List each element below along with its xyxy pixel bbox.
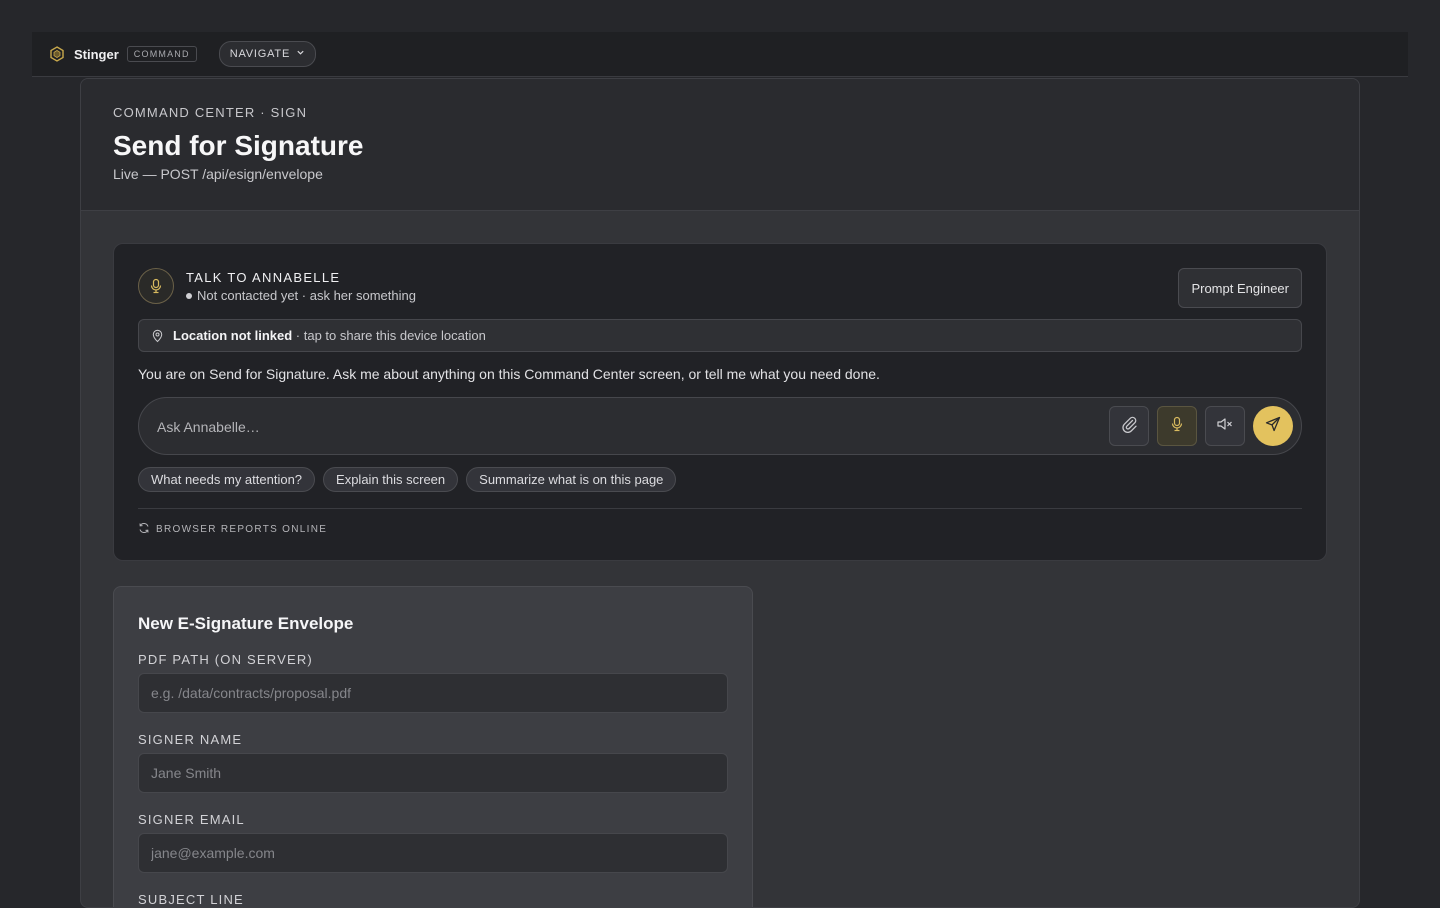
send-button[interactable] (1253, 406, 1293, 446)
divider (138, 508, 1302, 509)
breadcrumb: COMMAND CENTER · SIGN (113, 105, 308, 120)
assistant-mic-icon (138, 268, 174, 304)
assistant-message: You are on Send for Signature. Ask me ab… (138, 366, 880, 382)
suggestion-chip[interactable]: Explain this screen (323, 467, 459, 492)
page-title: Send for Signature (113, 130, 364, 161)
brand-name: Stinger (74, 46, 119, 62)
signer-name-label: SIGNER NAME (138, 732, 243, 747)
signer-email-input[interactable] (138, 833, 728, 873)
location-share-bar[interactable]: Location not linked · tap to share this … (138, 319, 1302, 352)
assistant-title: TALK TO ANNABELLE (186, 270, 341, 285)
chevron-down-icon (296, 48, 305, 60)
chat-input-bar (138, 397, 1302, 456)
send-icon (1265, 416, 1281, 437)
page-header: COMMAND CENTER · SIGN Send for Signature… (81, 79, 1359, 211)
location-status: Location not linked (173, 328, 293, 343)
signer-name-input[interactable] (138, 753, 728, 793)
paperclip-icon (1120, 415, 1138, 438)
map-pin-icon (151, 329, 164, 343)
speaker-muted-icon (1216, 416, 1234, 437)
suggestion-chips: What needs my attention? Explain this sc… (138, 467, 677, 492)
top-bar: Stinger COMMAND NAVIGATE (32, 32, 1408, 77)
envelope-form: New E-Signature Envelope PDF PATH (ON SE… (113, 586, 753, 907)
navigate-button[interactable]: NAVIGATE (218, 41, 317, 67)
online-status: BROWSER REPORTS ONLINE (138, 522, 327, 537)
assistant-panel: TALK TO ANNABELLE Not contacted yet · as… (113, 243, 1327, 561)
assistant-status: Not contacted yet · ask her something (186, 288, 416, 303)
assistant-status-text: Not contacted yet · ask her something (197, 288, 416, 303)
hexagon-logo-icon (49, 46, 65, 62)
brand-tag: COMMAND (126, 46, 197, 62)
pdf-path-input[interactable] (138, 673, 728, 713)
refresh-icon (138, 522, 150, 537)
suggestion-chip[interactable]: Summarize what is on this page (466, 467, 677, 492)
prompt-engineer-button[interactable]: Prompt Engineer (1178, 268, 1302, 308)
pdf-path-label: PDF PATH (ON SERVER) (138, 652, 313, 667)
microphone-icon (1169, 416, 1185, 437)
mute-button[interactable] (1205, 406, 1245, 446)
navigate-label: NAVIGATE (229, 48, 291, 60)
page-subtitle: Live — POST /api/esign/envelope (113, 166, 323, 182)
form-title: New E-Signature Envelope (138, 614, 354, 633)
ask-input[interactable] (155, 398, 1079, 456)
page-panel: COMMAND CENTER · SIGN Send for Signature… (80, 78, 1360, 908)
attach-button[interactable] (1109, 406, 1149, 446)
online-status-label: BROWSER REPORTS ONLINE (156, 524, 328, 535)
location-hint: · tap to share this device location (292, 328, 486, 343)
signer-email-label: SIGNER EMAIL (138, 812, 245, 827)
status-dot (186, 292, 192, 299)
suggestion-chip[interactable]: What needs my attention? (138, 467, 316, 492)
voice-input-button[interactable] (1157, 406, 1197, 446)
